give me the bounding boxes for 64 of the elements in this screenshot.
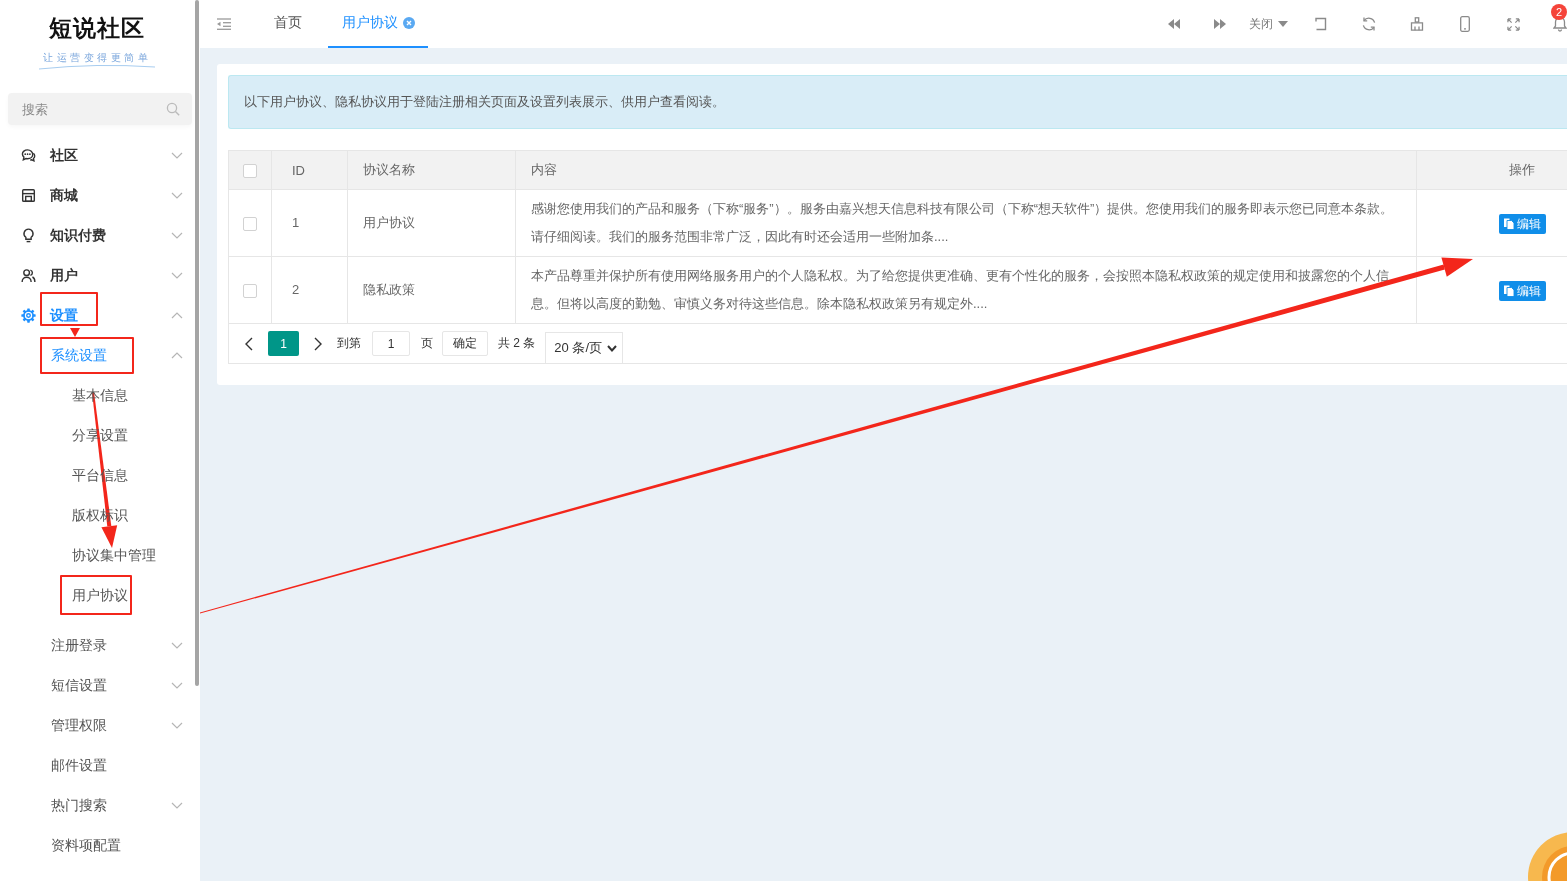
page-unit-label: 页 xyxy=(421,335,433,352)
notification-button[interactable]: 2 xyxy=(1537,0,1567,48)
store-icon xyxy=(21,187,36,203)
refresh-icon xyxy=(1361,16,1377,32)
phone-icon xyxy=(1460,16,1470,32)
annotation-arrow xyxy=(70,328,80,337)
search-field[interactable]: 搜索 xyxy=(8,93,192,125)
double-arrow-right-icon xyxy=(1213,18,1227,30)
menu-item[interactable]: 注册登录 xyxy=(0,625,194,665)
lightbulb-icon xyxy=(21,227,36,243)
menu-item[interactable]: 用户 xyxy=(0,255,194,295)
chat-bubble-icon xyxy=(21,147,36,163)
logo-tagline: 让运营变得更简单 xyxy=(43,51,151,65)
menu-item[interactable]: 管理权限 xyxy=(0,705,194,745)
menu-item[interactable]: 短信设置 xyxy=(0,665,194,705)
close-tabs-dropdown[interactable]: 关闭 xyxy=(1243,0,1297,48)
copy-icon xyxy=(1502,217,1515,230)
select-all-checkbox[interactable] xyxy=(243,163,257,178)
table-cell: 用户协议 xyxy=(347,189,516,257)
copy-icon xyxy=(1502,284,1515,297)
menu-item[interactable]: 社区 xyxy=(0,135,194,175)
swoosh-icon xyxy=(37,64,157,70)
table-cell: 2 xyxy=(271,256,348,324)
fullscreen-icon xyxy=(1506,17,1520,31)
menu-item[interactable]: 商城 xyxy=(0,175,194,215)
table-cell: 隐私政策 xyxy=(347,256,516,324)
column-header: 内容 xyxy=(515,150,1417,190)
confirm-button[interactable]: 确定 xyxy=(442,331,488,356)
caret-down-icon xyxy=(607,344,618,352)
row-checkbox[interactable] xyxy=(243,283,257,298)
scrollbar-thumb[interactable] xyxy=(195,0,199,686)
menu-item[interactable]: 热门搜索 xyxy=(0,785,194,825)
logo-title: 短说社区 xyxy=(49,14,145,43)
close-icon[interactable] xyxy=(403,17,415,29)
column-header: 操作 xyxy=(1416,150,1567,190)
page-input[interactable]: 1 xyxy=(372,331,410,356)
search-icon[interactable] xyxy=(166,102,180,116)
notification-badge: 2 xyxy=(1551,4,1567,20)
users-icon xyxy=(21,267,36,283)
menu-item[interactable]: 资料项配置 xyxy=(0,825,194,865)
caret-down-icon xyxy=(1278,21,1288,27)
column-header: ID xyxy=(271,150,348,190)
bracket-icon xyxy=(1314,17,1328,31)
page-button[interactable]: 1 xyxy=(268,331,299,356)
column-header: 协议名称 xyxy=(347,150,516,190)
tab[interactable]: 首页 xyxy=(260,0,316,48)
menu-item[interactable]: 邮件设置 xyxy=(0,745,194,785)
page-size-select[interactable]: 20 条/页 xyxy=(545,332,624,363)
row-checkbox[interactable] xyxy=(243,216,257,231)
menu-item[interactable]: 用户协议 xyxy=(0,575,194,615)
notice-text: 以下用户协议、隐私协议用于登陆注册相关页面及设置列表展示、供用户查看阅读。 xyxy=(244,93,725,111)
gear-icon xyxy=(21,307,36,323)
menu-fold-icon xyxy=(217,18,231,30)
broom-icon xyxy=(1410,17,1424,31)
chevron-left-icon xyxy=(245,336,253,351)
double-arrow-left-icon xyxy=(1167,18,1181,30)
bell-icon xyxy=(1553,16,1567,32)
table-cell: 1 xyxy=(271,189,348,257)
total-count: 共 2 条 xyxy=(498,335,536,352)
goto-label: 到第 xyxy=(337,335,361,352)
chevron-right-icon xyxy=(314,336,322,351)
menu-item[interactable]: 知识付费 xyxy=(0,215,194,255)
table-cell: 感谢您使用我们的产品和服务（下称“服务”）。服务由嘉兴想天信息科技有限公司（下称“想天软件”）提供。您使用我们的服务即表示您已同意本条款。请仔细阅读。我们的服务范围非常广泛，因此有时还会适用一些附加条.... xyxy=(515,189,1417,257)
menu-item[interactable]: 协议集中管理 xyxy=(0,535,194,575)
